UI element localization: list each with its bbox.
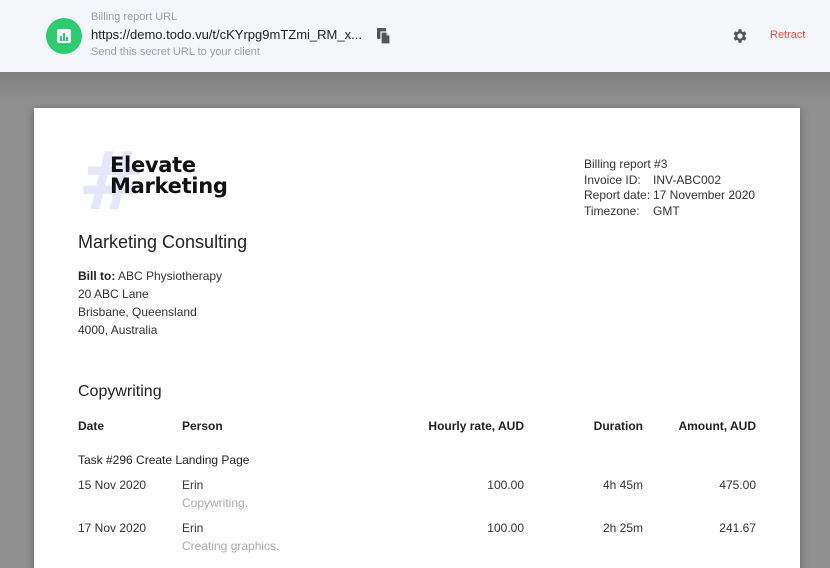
logo-line-1: Elevate bbox=[110, 153, 196, 177]
billing-report-sheet: # Elevate Marketing Billing report #3 In… bbox=[34, 108, 800, 568]
company-name: Marketing Consulting bbox=[78, 232, 248, 252]
row-rate: 100.00 bbox=[487, 521, 524, 535]
row-person: Erin bbox=[182, 521, 204, 535]
report-url[interactable]: https://demo.todo.vu/t/cKYrpg9mTZmi_RM_x… bbox=[91, 27, 362, 42]
bill-to-label: Bill to: bbox=[78, 269, 116, 283]
col-header-rate: Hourly rate, AUD bbox=[428, 419, 524, 433]
row-amount: 241.67 bbox=[719, 521, 756, 535]
address-line: 4000, Australia bbox=[78, 323, 158, 337]
report-meta: Billing report #3 Invoice ID: INV-ABC002 … bbox=[584, 157, 755, 219]
task-title: Task #296 Create Landing Page bbox=[78, 453, 250, 467]
share-bar: Billing report URL https://demo.todo.vu/… bbox=[0, 0, 830, 72]
row-duration: 4h 45m bbox=[602, 478, 643, 492]
row-duration: 2h 25m bbox=[602, 521, 643, 535]
timezone-value: GMT bbox=[653, 203, 680, 218]
date-value: 17 November 2020 bbox=[653, 188, 756, 202]
address-line: 20 ABC Lane bbox=[78, 287, 149, 301]
col-header-duration: Duration bbox=[593, 419, 643, 433]
row-note: Creating graphics. bbox=[182, 539, 280, 553]
row-date: 17 Nov 2020 bbox=[78, 521, 147, 535]
row-amount: 475.00 bbox=[719, 478, 756, 492]
url-hint: Send this secret URL to your client bbox=[91, 46, 260, 58]
col-header-amount: Amount, AUD bbox=[678, 419, 756, 433]
row-person: Erin bbox=[182, 478, 204, 492]
col-header-person: Person bbox=[182, 419, 223, 433]
address-line: Brisbane, Queensland bbox=[78, 305, 197, 319]
bill-to-block: Bill to: ABC Physiotherapy 20 ABC Lane B… bbox=[78, 267, 222, 339]
row-note: Copywriting. bbox=[182, 496, 249, 510]
invoice-value: INV-ABC002 bbox=[653, 172, 722, 187]
copy-icon[interactable] bbox=[375, 27, 393, 45]
retract-button[interactable]: Retract bbox=[770, 29, 805, 41]
row-date: 15 Nov 2020 bbox=[78, 478, 147, 492]
date-label: Report date: bbox=[584, 188, 651, 202]
timezone-label: Timezone: bbox=[584, 203, 640, 218]
logo-line-2: Marketing bbox=[110, 174, 228, 198]
client-name: ABC Physiotherapy bbox=[118, 269, 223, 283]
report-title: Billing report #3 bbox=[584, 157, 668, 171]
section-title: Copywriting bbox=[78, 383, 162, 400]
logo-text: Elevate Marketing bbox=[110, 155, 228, 197]
url-label: Billing report URL bbox=[91, 11, 178, 23]
chart-icon bbox=[46, 18, 82, 54]
row-rate: 100.00 bbox=[487, 478, 524, 492]
gear-icon[interactable] bbox=[731, 27, 749, 45]
invoice-label: Invoice ID: bbox=[584, 172, 641, 187]
col-header-date: Date bbox=[78, 419, 105, 433]
company-logo: # Elevate Marketing bbox=[78, 142, 248, 228]
